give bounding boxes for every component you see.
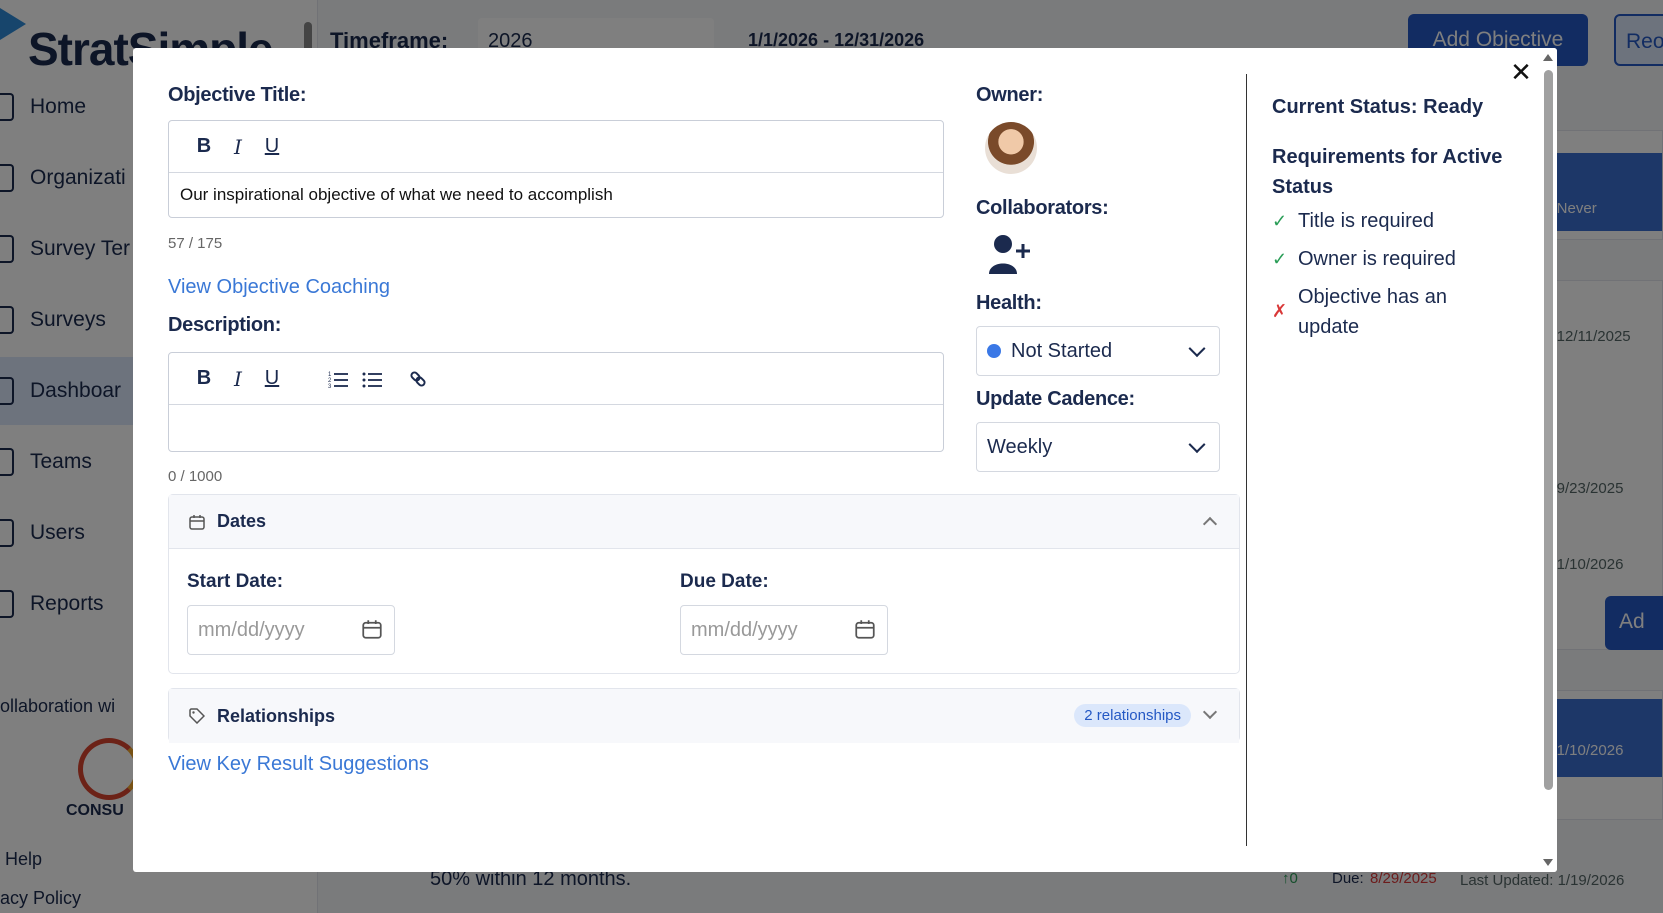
- scroll-thumb[interactable]: [1544, 70, 1553, 790]
- bullet-list-icon[interactable]: [355, 364, 389, 394]
- relationships-section-header[interactable]: Relationships 2 relationships: [169, 689, 1239, 743]
- add-collaborator-icon[interactable]: [987, 232, 1031, 276]
- start-date-placeholder: mm/dd/yyyy: [198, 619, 305, 641]
- view-key-result-suggestions-link[interactable]: View Key Result Suggestions: [168, 753, 429, 776]
- dates-section: Dates Start Date: mm/dd/yyyy Due Date: m…: [168, 494, 1240, 674]
- cross-icon: ✗: [1272, 301, 1288, 321]
- italic-button[interactable]: I: [221, 364, 255, 394]
- objective-title-label: Objective Title:: [168, 84, 307, 106]
- italic-button[interactable]: I: [221, 132, 255, 162]
- relationships-count-badge: 2 relationships: [1074, 704, 1191, 727]
- health-label: Health:: [976, 292, 1042, 314]
- owner-avatar[interactable]: [985, 122, 1037, 174]
- svg-text:3: 3: [328, 384, 332, 388]
- update-cadence-label: Update Cadence:: [976, 388, 1135, 410]
- editor-toolbar: B I U 123: [169, 353, 943, 405]
- owner-label: Owner:: [976, 84, 1044, 106]
- collaborators-label: Collaborators:: [976, 197, 1109, 219]
- update-cadence-select[interactable]: Weekly: [976, 422, 1220, 472]
- cadence-value: Weekly: [987, 435, 1053, 458]
- description-input[interactable]: [169, 405, 943, 429]
- tag-icon: [189, 708, 205, 724]
- close-icon[interactable]: ✕: [1509, 59, 1533, 85]
- chevron-down-icon: [1188, 340, 1206, 358]
- title-char-counter: 57 / 175: [168, 235, 223, 252]
- start-date-input[interactable]: mm/dd/yyyy: [187, 605, 395, 655]
- view-objective-coaching-link[interactable]: View Objective Coaching: [168, 276, 390, 299]
- calendar-icon: [189, 514, 205, 530]
- description-label: Description:: [168, 314, 282, 336]
- requirement-item: ✗ Objective has an update: [1272, 282, 1522, 342]
- dates-section-header[interactable]: Dates: [169, 495, 1239, 549]
- bold-button[interactable]: B: [187, 132, 221, 162]
- dates-section-title: Dates: [217, 511, 267, 531]
- relationships-section: Relationships 2 relationships: [168, 688, 1240, 743]
- underline-button[interactable]: U: [255, 132, 289, 162]
- check-icon: ✓: [1272, 211, 1288, 231]
- check-icon: ✓: [1272, 249, 1288, 269]
- relationships-section-title: Relationships: [217, 705, 336, 726]
- chevron-down-icon[interactable]: [1202, 704, 1218, 720]
- requirement-text: Owner is required: [1298, 248, 1456, 270]
- objective-title-input[interactable]: Our inspirational objective of what we n…: [169, 173, 943, 217]
- scroll-down-icon[interactable]: [1543, 859, 1553, 866]
- bold-button[interactable]: B: [187, 364, 221, 394]
- description-char-counter: 0 / 1000: [168, 468, 223, 485]
- scroll-up-icon[interactable]: [1543, 54, 1553, 61]
- requirement-item: ✓ Owner is required: [1272, 244, 1522, 274]
- requirements-title: Requirements for Active Status: [1272, 146, 1503, 198]
- health-status-dot: [987, 344, 1001, 358]
- objective-title-editor[interactable]: B I U Our inspirational objective of wha…: [168, 120, 944, 218]
- ordered-list-icon[interactable]: 123: [321, 364, 355, 394]
- requirement-item: ✓ Title is required: [1272, 206, 1522, 236]
- chevron-up-icon[interactable]: [1202, 516, 1218, 532]
- edit-objective-modal: ✕ Objective Title: B I U Our inspiration…: [133, 48, 1557, 872]
- link-icon[interactable]: [401, 364, 435, 394]
- start-date-label: Start Date:: [187, 571, 284, 592]
- editor-toolbar: B I U: [169, 121, 943, 173]
- health-value: Not Started: [1011, 339, 1113, 362]
- requirement-text: Title is required: [1298, 210, 1434, 232]
- due-date-input[interactable]: mm/dd/yyyy: [680, 605, 888, 655]
- current-status: Current Status: Ready: [1272, 96, 1484, 118]
- underline-button[interactable]: U: [255, 364, 289, 394]
- due-date-placeholder: mm/dd/yyyy: [691, 619, 798, 641]
- chevron-down-icon: [1188, 436, 1206, 454]
- due-date-label: Due Date:: [680, 571, 769, 592]
- health-select[interactable]: Not Started: [976, 326, 1220, 376]
- modal-scrollbar[interactable]: [1539, 48, 1557, 872]
- calendar-icon[interactable]: [855, 619, 875, 639]
- requirement-text: Objective has an update: [1298, 286, 1447, 338]
- calendar-icon[interactable]: [362, 619, 382, 639]
- description-editor[interactable]: B I U 123: [168, 352, 944, 452]
- divider: [1246, 74, 1247, 846]
